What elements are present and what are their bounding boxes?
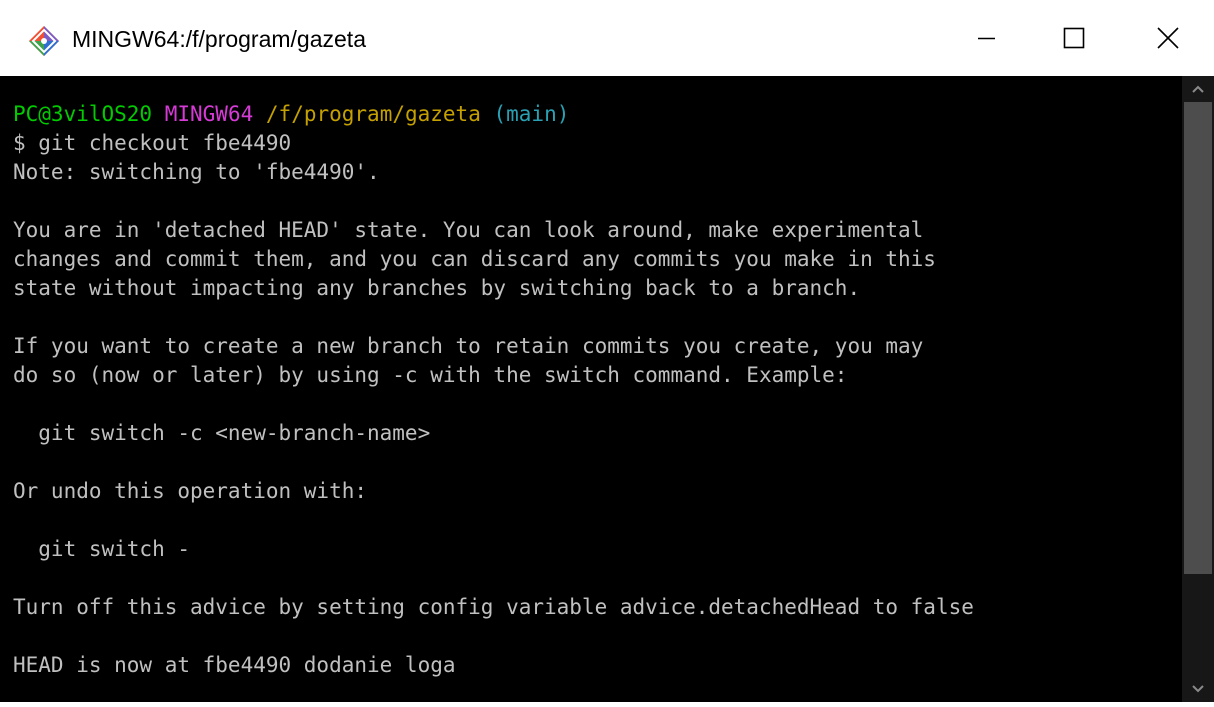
output-line: git switch -c <new-branch-name> (13, 421, 431, 445)
terminal-area[interactable]: PC@3vilOS20 MINGW64 /f/program/gazeta (m… (0, 76, 1182, 702)
window-title: MINGW64:/f/program/gazeta (72, 26, 366, 52)
git-bash-icon (29, 26, 59, 56)
output-line: do so (now or later) by using -c with th… (13, 363, 848, 387)
minimize-icon (978, 37, 995, 40)
output-line: If you want to create a new branch to re… (13, 334, 924, 358)
close-button[interactable] (1122, 0, 1214, 76)
maximize-button[interactable] (1032, 0, 1124, 76)
prompt-line: PC@3vilOS20 MINGW64 /f/program/gazeta (m… (13, 100, 974, 129)
vertical-scrollbar[interactable] (1182, 76, 1214, 702)
output-line: git switch - (13, 537, 191, 561)
scroll-thumb[interactable] (1184, 102, 1212, 574)
scroll-up-arrow-icon (1192, 85, 1204, 93)
output-line: You are in 'detached HEAD' state. You ca… (13, 218, 924, 242)
prompt-path: /f/program/gazeta (265, 102, 481, 126)
prompt-system: MINGW64 (164, 102, 254, 126)
scroll-down-button[interactable] (1182, 676, 1214, 702)
output-line: changes and commit them, and you can dis… (13, 247, 936, 271)
output-line: Turn off this advice by setting config v… (13, 595, 974, 619)
command-line: $ git checkout fbe4490 (13, 131, 292, 155)
scroll-down-arrow-icon (1192, 685, 1204, 693)
output-line: Note: switching to 'fbe4490'. (13, 160, 380, 184)
output-line: Or undo this operation with: (13, 479, 368, 503)
output-line: HEAD is now at fbe4490 dodanie loga (13, 653, 456, 677)
minimize-button[interactable] (940, 0, 1032, 76)
prompt-branch: (main) (493, 102, 570, 126)
scroll-up-button[interactable] (1182, 76, 1214, 102)
maximize-icon (1063, 27, 1085, 49)
terminal-window: MINGW64:/f/program/gazeta PC@3vilOS20 MI… (0, 0, 1214, 702)
output-line: state without impacting any branches by … (13, 276, 861, 300)
prompt-user-host: PC@3vilOS20 (13, 102, 153, 126)
title-bar[interactable]: MINGW64:/f/program/gazeta (0, 0, 1214, 76)
terminal-text: PC@3vilOS20 MINGW64 /f/program/gazeta (m… (13, 100, 974, 680)
close-icon (1157, 27, 1179, 49)
